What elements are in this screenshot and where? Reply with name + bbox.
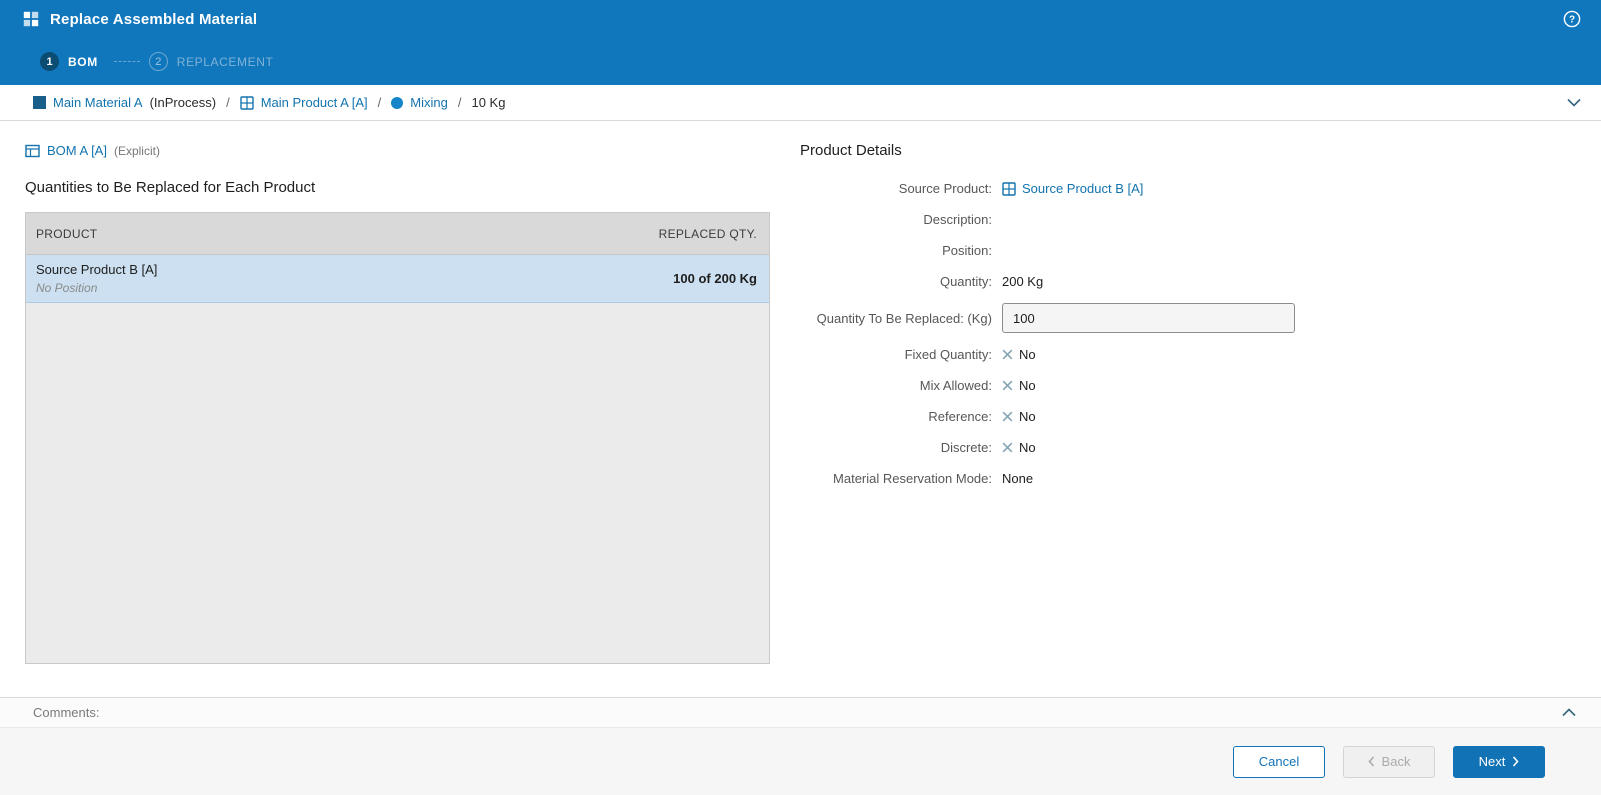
quantity-to-replace-input[interactable]	[1002, 303, 1295, 333]
breadcrumb: Main Material A (InProcess) / Main Produ…	[0, 85, 1601, 121]
step-number: 2	[148, 52, 168, 71]
discrete-label: Discrete:	[940, 440, 992, 455]
products-table: PRODUCT REPLACED QTY. Source Product B […	[25, 212, 770, 664]
comments-label: Comments:	[33, 705, 100, 720]
product-icon	[1002, 181, 1016, 196]
comments-bar: Comments:	[0, 697, 1601, 727]
help-icon[interactable]: ?	[1563, 10, 1581, 28]
cross-icon	[1002, 411, 1013, 422]
product-details-heading: Product Details	[800, 142, 902, 159]
bom-link[interactable]: BOM A [A]	[47, 143, 107, 158]
bom-type: (Explicit)	[113, 143, 160, 158]
material-state: (InProcess)	[149, 95, 217, 110]
chevron-right-icon	[1512, 756, 1519, 767]
quantity-to-replace-label: Quantity To Be Replaced: (Kg)	[816, 310, 992, 326]
breadcrumb-material-link[interactable]: Main Material A	[53, 95, 143, 110]
replace-assembled-material-dialog: Replace Assembled Material ? 1 BOM 2 REP…	[0, 0, 1601, 795]
row-position: No Position	[36, 281, 98, 295]
source-product-link[interactable]: Source Product B [A]	[1022, 181, 1143, 196]
mixing-step-icon	[391, 96, 404, 109]
description-label: Description:	[923, 212, 992, 227]
cancel-button[interactable]: Cancel	[1233, 745, 1325, 778]
breadcrumb-separator: /	[226, 95, 230, 110]
position-value	[1002, 241, 1571, 260]
page-title: Replace Assembled Material	[50, 10, 258, 28]
material-reservation-mode-label: Material Reservation Mode:	[833, 471, 992, 486]
wizard-step-bom[interactable]: 1 BOM	[40, 52, 98, 71]
quantities-heading: Quantities to Be Replaced for Each Produ…	[25, 179, 316, 196]
bom-header-line: BOM A [A] (Explicit)	[25, 143, 770, 158]
step-label: REPLACEMENT	[176, 54, 274, 69]
mix-allowed-value: No	[1019, 378, 1036, 393]
step-number: 1	[40, 52, 59, 71]
next-button[interactable]: Next	[1453, 745, 1545, 778]
breadcrumb-quantity: 10 Kg	[471, 95, 506, 110]
material-icon	[33, 96, 46, 109]
quantities-panel: BOM A [A] (Explicit) Quantities to Be Re…	[25, 121, 770, 697]
table-header: PRODUCT REPLACED QTY.	[26, 213, 769, 255]
source-product-label: Source Product:	[898, 181, 992, 196]
bom-icon	[25, 144, 40, 158]
cancel-button-label: Cancel	[1258, 754, 1300, 769]
header: Replace Assembled Material ? 1 BOM 2 REP…	[0, 0, 1601, 85]
wizard-steps: 1 BOM 2 REPLACEMENT	[0, 38, 1601, 85]
quantity-value: 200 Kg	[1002, 274, 1044, 289]
product-details-grid: Source Product: Source Product B [A] Des…	[800, 179, 1571, 488]
description-value	[1002, 210, 1571, 229]
column-header-product: PRODUCT	[36, 226, 98, 241]
breadcrumb-separator: /	[377, 95, 382, 110]
discrete-value: No	[1019, 440, 1036, 455]
wizard-step-replacement[interactable]: 2 REPLACEMENT	[148, 52, 274, 71]
back-button[interactable]: Back	[1343, 745, 1435, 778]
back-button-label: Back	[1381, 754, 1411, 769]
row-product-name: Source Product B [A]	[36, 262, 158, 277]
replace-material-icon	[22, 10, 40, 28]
fixed-quantity-value: No	[1019, 347, 1036, 362]
breadcrumb-separator: /	[457, 95, 462, 110]
fixed-quantity-label: Fixed Quantity:	[904, 347, 992, 362]
chevron-left-icon	[1367, 756, 1375, 767]
step-label: BOM	[68, 54, 98, 69]
footer-actions: Cancel Back Next	[0, 727, 1601, 795]
product-icon	[239, 95, 254, 110]
next-button-label: Next	[1478, 754, 1506, 769]
chevron-up-icon[interactable]	[1562, 708, 1576, 717]
cross-icon	[1002, 442, 1013, 453]
breadcrumb-product-link[interactable]: Main Product A [A]	[261, 95, 368, 110]
material-reservation-mode-value: None	[1002, 471, 1034, 486]
main-content: BOM A [A] (Explicit) Quantities to Be Re…	[0, 121, 1601, 697]
row-replaced-qty: 100 of 200 Kg	[673, 271, 757, 286]
step-connector	[113, 61, 140, 62]
cross-icon	[1002, 380, 1013, 391]
cross-icon	[1002, 349, 1013, 360]
chevron-down-icon[interactable]	[1567, 98, 1581, 107]
quantity-label: Quantity:	[939, 274, 992, 289]
svg-text:?: ?	[1569, 15, 1575, 26]
position-label: Position:	[942, 243, 992, 258]
mix-allowed-label: Mix Allowed:	[919, 378, 992, 393]
product-details-panel: Product Details Source Product: Source P…	[770, 121, 1571, 697]
column-header-replaced-qty: REPLACED QTY.	[658, 226, 757, 241]
breadcrumb-step-link[interactable]: Mixing	[410, 95, 448, 110]
reference-value: No	[1019, 409, 1036, 424]
table-row[interactable]: Source Product B [A] No Position 100 of …	[26, 255, 769, 303]
reference-label: Reference:	[928, 409, 992, 424]
